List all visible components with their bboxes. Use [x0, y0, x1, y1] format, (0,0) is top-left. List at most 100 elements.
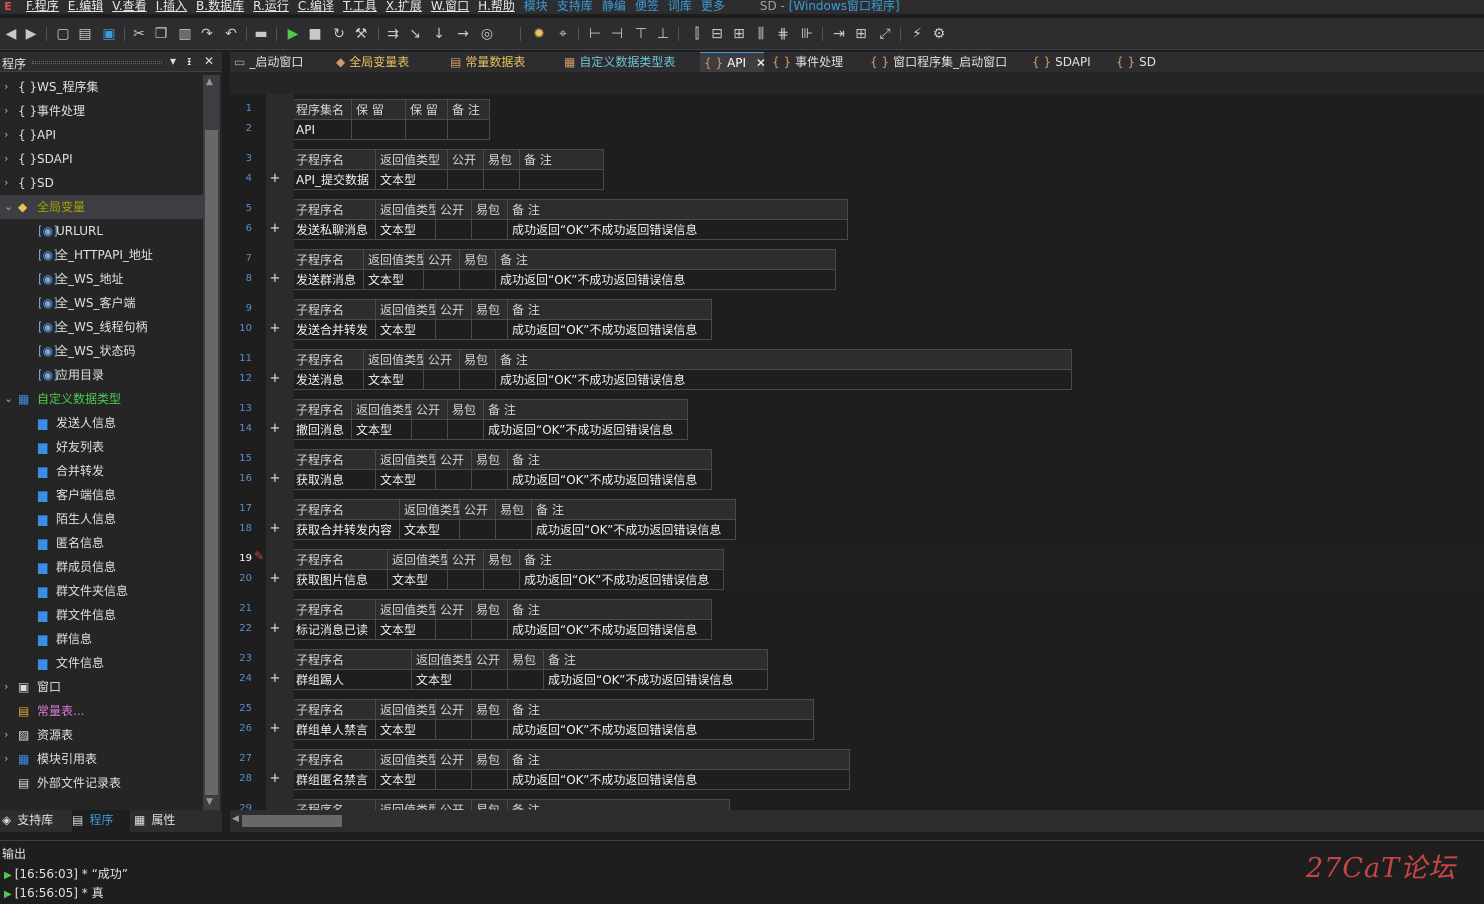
flag-cell[interactable] — [507, 669, 544, 690]
note-cell[interactable]: 成功返回“OK”不成功返回错误信息 — [495, 369, 1072, 390]
tree-expand-icon[interactable]: › — [4, 747, 8, 771]
compile-icon[interactable]: ⚒ — [352, 25, 370, 43]
tree-item[interactable]: ▆ 好友列表 — [0, 435, 203, 459]
flag-cell[interactable] — [405, 119, 448, 140]
menu-item[interactable]: B.数据库 — [196, 0, 244, 14]
copy-icon[interactable]: ❐ — [152, 25, 170, 43]
note-cell[interactable]: 成功返回“OK”不成功返回错误信息 — [507, 469, 712, 490]
tree-item[interactable]: › ▣ 窗口 — [0, 675, 203, 699]
step-into-icon[interactable]: ↘ — [406, 25, 424, 43]
redo-icon[interactable]: ↷ — [198, 25, 216, 43]
bulb-icon[interactable]: ✹ — [530, 25, 548, 43]
expand-sub-icon[interactable]: + — [268, 619, 282, 639]
return-type-cell[interactable]: 文本型 — [375, 719, 436, 740]
tree-item[interactable]: [◉] 全_WS_状态码 — [0, 339, 203, 363]
step-over-icon[interactable]: ↓ — [430, 25, 448, 43]
note-cell[interactable]: 成功返回“OK”不成功返回错误信息 — [531, 519, 736, 540]
tree-item[interactable]: ▆ 群文件信息 — [0, 603, 203, 627]
expand-sub-icon[interactable]: + — [268, 519, 282, 539]
grid-icon[interactable]: ⊞ — [852, 25, 870, 43]
run-icon[interactable]: ▶ — [284, 25, 302, 43]
tree-expand-icon[interactable]: › — [4, 123, 8, 147]
flag-cell[interactable] — [423, 269, 460, 290]
sub-name-cell[interactable]: 群组单人禁言 — [294, 719, 376, 740]
scroll-up-icon[interactable]: ▲ — [206, 77, 213, 87]
flag-cell[interactable] — [411, 419, 448, 440]
code-editor[interactable]: 1 2 3 4 5 6 7 8 9 10 11 12 13 14 15 16 17 18 19 20 21 22 23 24 2… — [230, 72, 1484, 814]
note-cell[interactable]: 成功返回“OK”不成功返回错误信息 — [507, 769, 850, 790]
flag-cell[interactable] — [447, 169, 484, 190]
tree-item[interactable]: ▆ 群成员信息 — [0, 555, 203, 579]
flag-cell[interactable] — [471, 319, 508, 340]
output-line[interactable]: ▶ [16:56:05] * 真 — [4, 884, 104, 901]
sub-name-cell[interactable]: 撤回消息 — [294, 419, 352, 440]
tree-item[interactable]: › { } WS_程序集 — [0, 75, 203, 99]
wand-icon[interactable]: ⚡ — [908, 25, 926, 43]
tools-icon[interactable]: ⚙ — [930, 25, 948, 43]
fit-icon[interactable]: ⤢ — [876, 25, 894, 43]
expand-sub-icon[interactable]: + — [268, 569, 282, 589]
menu-item[interactable]: C.编译 — [298, 0, 334, 14]
return-type-cell[interactable]: 文本型 — [387, 569, 448, 590]
tree-item[interactable]: ▆ 发送人信息 — [0, 411, 203, 435]
tree-item[interactable]: [◉] 全_HTTPAPI_地址 — [0, 243, 203, 267]
sub-name-cell[interactable]: API_提交数据 — [294, 169, 376, 190]
expand-sub-icon[interactable]: + — [268, 669, 282, 689]
sub-name-cell[interactable]: 获取消息 — [294, 469, 376, 490]
tree-item[interactable]: ▆ 客户端信息 — [0, 483, 203, 507]
flag-cell[interactable] — [495, 519, 532, 540]
note-cell[interactable]: 成功返回“OK”不成功返回错误信息 — [483, 419, 688, 440]
step-out-icon[interactable]: → — [454, 25, 472, 43]
note-cell[interactable]: 成功返回“OK”不成功返回错误信息 — [507, 719, 814, 740]
center-h-icon[interactable]: ⊟ — [708, 25, 726, 43]
expand-sub-icon[interactable]: + — [268, 319, 282, 339]
tab-support-library[interactable]: ◈ 支持库 — [2, 810, 70, 832]
return-type-cell[interactable]: 文本型 — [375, 469, 436, 490]
folder-icon[interactable]: ▬ — [252, 25, 270, 43]
flag-cell[interactable] — [471, 669, 508, 690]
flag-cell[interactable] — [471, 219, 508, 240]
output-line[interactable]: ▶ [16:56:03] * “成功” — [4, 865, 128, 882]
sub-name-cell[interactable]: 群组匿名禁言 — [294, 769, 376, 790]
tree-item[interactable]: ▤ 常量表... — [0, 699, 203, 723]
close-tab-icon[interactable]: ✕ — [752, 56, 766, 70]
tree-expand-icon[interactable]: ⌄ — [4, 387, 13, 411]
menu-item[interactable]: H.帮助 — [478, 0, 515, 14]
flag-cell[interactable] — [471, 719, 508, 740]
flag-cell[interactable] — [447, 569, 484, 590]
note-cell[interactable] — [519, 169, 604, 190]
doc-tab[interactable]: ▤ 常量数据表 — [446, 52, 560, 72]
flag-cell[interactable] — [459, 269, 496, 290]
code-area[interactable]: 程序集名保 留保 留备 注 API 子程序名 返回值类型 公开 易包备 注 API_提交数据… — [294, 94, 1484, 810]
menu-extra-item[interactable]: 便签 — [635, 0, 659, 14]
note-cell[interactable]: 成功返回“OK”不成功返回错误信息 — [519, 569, 724, 590]
tree-item[interactable]: › ▨ 资源表 — [0, 723, 203, 747]
save-icon[interactable]: ▣ — [100, 25, 118, 43]
tree-item[interactable]: ⌄ ◆ 全局变量 — [0, 195, 203, 219]
open-icon[interactable]: ▤ — [76, 25, 94, 43]
flag-cell[interactable] — [435, 319, 472, 340]
align-top-icon[interactable]: ⊤ — [632, 25, 650, 43]
tree-item[interactable]: [◉] 应用目录 — [0, 363, 203, 387]
tree-item[interactable]: ⌄ ▦ 自定义数据类型 — [0, 387, 203, 411]
note-cell[interactable]: 成功返回“OK”不成功返回错误信息 — [507, 619, 712, 640]
flag-cell[interactable] — [471, 619, 508, 640]
expand-sub-icon[interactable]: + — [268, 419, 282, 439]
return-type-cell[interactable]: 文本型 — [363, 369, 424, 390]
doc-tab[interactable]: ◆ 全局变量表 — [332, 52, 444, 72]
tag-icon[interactable]: ⌖ — [554, 25, 572, 43]
breakpoint-icon[interactable]: ◎ — [478, 25, 496, 43]
same-height-icon[interactable]: ⋕ — [774, 25, 792, 43]
space-icon[interactable]: ⊪ — [798, 25, 816, 43]
flag-cell[interactable] — [351, 119, 406, 140]
tree-item[interactable]: [◉] URLURL — [0, 219, 203, 243]
align-right-icon[interactable]: ⊣ — [608, 25, 626, 43]
tree-item[interactable]: ▆ 陌生人信息 — [0, 507, 203, 531]
menu-extra-item[interactable]: 模块 — [524, 0, 548, 14]
undo-icon[interactable]: ↶ — [222, 25, 240, 43]
tree-item[interactable]: ▆ 群文件夹信息 — [0, 579, 203, 603]
flag-cell[interactable] — [483, 169, 520, 190]
expand-sub-icon[interactable]: + — [268, 369, 282, 389]
editor-hscrollbar[interactable]: ◀ — [230, 810, 1484, 832]
flag-cell[interactable] — [435, 619, 472, 640]
